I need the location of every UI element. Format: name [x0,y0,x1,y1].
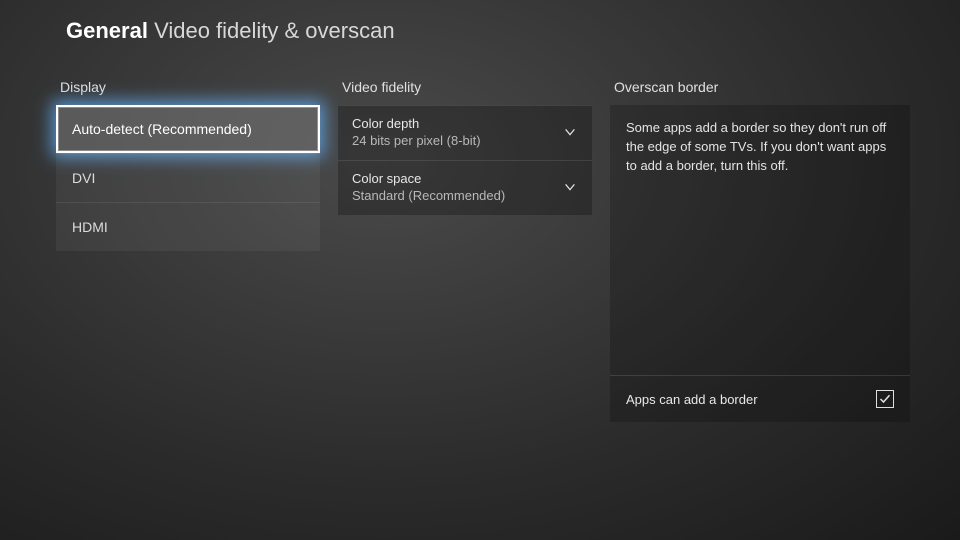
display-option-label: HDMI [72,219,108,235]
settings-columns: Display Auto-detect (Recommended) DVI HD… [0,44,960,422]
dropdown-text: Color depth 24 bits per pixel (8-bit) [352,116,481,148]
color-depth-dropdown[interactable]: Color depth 24 bits per pixel (8-bit) [338,105,592,160]
color-depth-value: 24 bits per pixel (8-bit) [352,133,481,148]
fidelity-column: Video fidelity Color depth 24 bits per p… [338,79,592,215]
display-option-label: DVI [72,170,95,186]
overscan-label: Overscan border [610,79,910,95]
header-category: General [66,18,148,43]
fidelity-label: Video fidelity [338,79,592,95]
overscan-checkbox-row[interactable]: Apps can add a border [610,375,910,422]
dropdown-text: Color space Standard (Recommended) [352,171,505,203]
chevron-down-icon [562,179,578,195]
display-label: Display [56,79,320,95]
display-option-label: Auto-detect (Recommended) [72,121,252,137]
overscan-checkbox-label: Apps can add a border [626,392,758,407]
header-title: Video fidelity & overscan [154,18,395,43]
color-space-value: Standard (Recommended) [352,188,505,203]
color-depth-label: Color depth [352,116,481,131]
display-option-hdmi[interactable]: HDMI [56,202,320,251]
checkbox-icon [876,390,894,408]
color-space-label: Color space [352,171,505,186]
page-header: General Video fidelity & overscan [0,0,960,44]
chevron-down-icon [562,124,578,140]
display-option-dvi[interactable]: DVI [56,153,320,202]
display-column: Display Auto-detect (Recommended) DVI HD… [56,79,320,251]
overscan-description-box: Some apps add a border so they don't run… [610,105,910,375]
color-space-dropdown[interactable]: Color space Standard (Recommended) [338,160,592,215]
overscan-column: Overscan border Some apps add a border s… [610,79,910,422]
overscan-description: Some apps add a border so they don't run… [626,120,886,173]
display-option-auto-detect[interactable]: Auto-detect (Recommended) [56,105,320,153]
